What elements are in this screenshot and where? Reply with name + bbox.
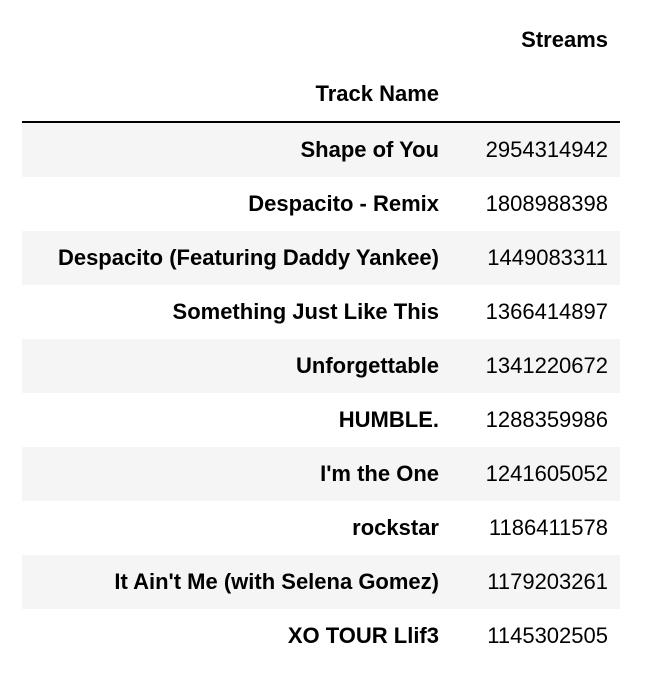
- table-body: Shape of You 2954314942 Despacito - Remi…: [22, 122, 620, 663]
- index-name-header: Track Name: [22, 67, 451, 123]
- table-row: XO TOUR Llif3 1145302505: [22, 609, 620, 663]
- streams-cell: 1449083311: [487, 245, 608, 270]
- track-name-cell: XO TOUR Llif3: [287, 623, 439, 648]
- track-name-cell: I'm the One: [320, 461, 439, 486]
- column-header-row: Streams: [22, 13, 620, 67]
- track-name-cell: HUMBLE.: [338, 407, 439, 432]
- index-header-blank: [22, 13, 451, 67]
- track-name-cell: It Ain't Me (with Selena Gomez): [114, 569, 439, 594]
- table-row: rockstar 1186411578: [22, 501, 620, 555]
- table-row: Something Just Like This 1366414897: [22, 285, 620, 339]
- table-row: It Ain't Me (with Selena Gomez) 11792032…: [22, 555, 620, 609]
- streams-cell: 1808988398: [485, 191, 608, 216]
- dataframe-table: Streams Track Name Shape of You 29543149…: [22, 13, 620, 663]
- table-row: Despacito - Remix 1808988398: [22, 177, 620, 231]
- table-row: Shape of You 2954314942: [22, 122, 620, 177]
- streams-cell: 1241605052: [485, 461, 608, 486]
- table-row: HUMBLE. 1288359986: [22, 393, 620, 447]
- index-name-blank: [451, 67, 620, 123]
- column-header-streams: Streams: [521, 27, 608, 52]
- table-row: I'm the One 1241605052: [22, 447, 620, 501]
- streams-cell: 2954314942: [485, 137, 608, 162]
- track-name-cell: rockstar: [352, 515, 439, 540]
- table-row: Despacito (Featuring Daddy Yankee) 14490…: [22, 231, 620, 285]
- streams-cell: 1366414897: [485, 299, 608, 324]
- table-header: Streams Track Name: [22, 13, 620, 123]
- streams-cell: 1288359986: [485, 407, 608, 432]
- streams-cell: 1179203261: [487, 569, 608, 594]
- streams-cell: 1145302505: [487, 623, 608, 648]
- table-row: Unforgettable 1341220672: [22, 339, 620, 393]
- track-name-cell: Shape of You: [300, 137, 439, 162]
- streams-cell: 1341220672: [485, 353, 608, 378]
- track-name-cell: Something Just Like This: [172, 299, 439, 324]
- index-name-row: Track Name: [22, 67, 620, 123]
- track-name-cell: Unforgettable: [296, 353, 439, 378]
- track-name-cell: Despacito (Featuring Daddy Yankee): [57, 245, 439, 270]
- track-name-cell: Despacito - Remix: [248, 191, 439, 216]
- streams-cell: 1186411578: [488, 515, 608, 540]
